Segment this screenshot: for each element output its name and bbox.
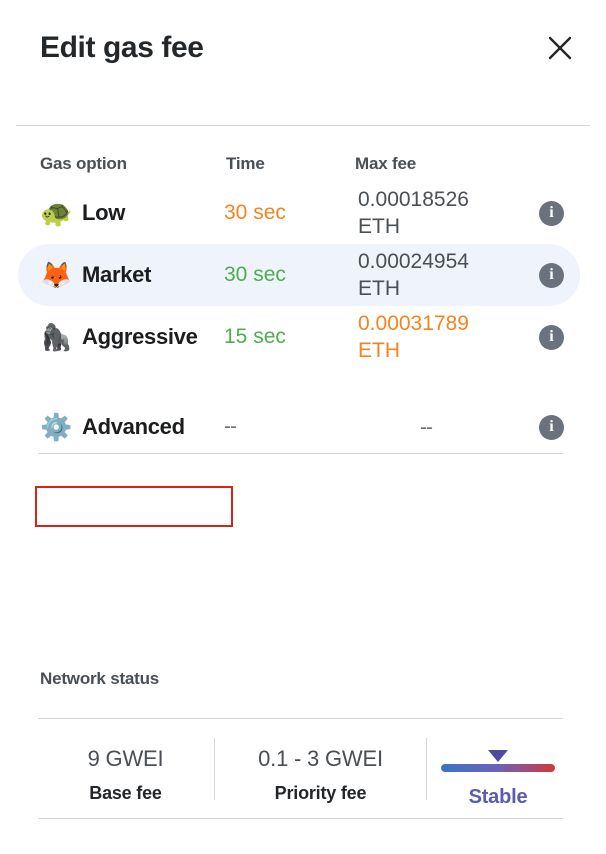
header-divider [16, 125, 590, 126]
time-value: 30 sec [224, 263, 286, 286]
max-fee-amount: 0.00024954 [358, 250, 469, 273]
network-status-stats: 9 GWEI Base fee 0.1 - 3 GWEI Priority fe… [38, 730, 563, 808]
time-value: -- [224, 415, 237, 438]
gas-option-table: Gas option Time Max fee 🐢 Low 30 sec 0.0… [0, 140, 606, 458]
stat-separator [214, 738, 215, 800]
gas-option-label: Aggressive [82, 324, 198, 349]
stability-label: Stable [468, 786, 528, 808]
close-button[interactable] [538, 26, 582, 70]
gas-option-label: Advanced [82, 414, 185, 439]
info-icon: i [539, 262, 564, 288]
max-fee-amount: 0.00018526 [358, 188, 469, 211]
gas-option-row-low[interactable]: 🐢 Low 30 sec 0.00018526 ETH i [0, 182, 606, 244]
gorilla-emoji: 🦍 [40, 322, 73, 352]
base-fee-label: Base fee [89, 783, 162, 803]
info-button-aggressive[interactable]: i [539, 306, 564, 368]
stability-gauge [433, 742, 563, 782]
page-title: Edit gas fee [40, 31, 204, 64]
max-fee-value: 0.00018526 ETH [358, 182, 498, 244]
network-status-divider-top [38, 718, 563, 719]
max-fee-unit: ETH [358, 277, 400, 300]
priority-fee-label: Priority fee [274, 783, 367, 803]
max-fee-unit: ETH [358, 339, 400, 362]
gas-option-label: Low [82, 200, 126, 225]
column-header-max-fee: Max fee [355, 154, 416, 173]
gear-emoji: ⚙️ [40, 412, 73, 442]
gas-option-cell: 🦍 Aggressive [40, 306, 198, 368]
info-button-low[interactable]: i [539, 182, 564, 244]
network-status-divider-bottom [38, 818, 563, 819]
info-icon: i [539, 414, 564, 440]
stat-separator [426, 738, 427, 800]
base-fee-stat: 9 GWEI Base fee [38, 730, 213, 808]
max-fee-value: 0.00031789 ETH [358, 306, 498, 368]
max-fee-value: 0.00024954 ETH [358, 244, 498, 306]
gas-option-cell: ⚙️ Advanced [40, 396, 185, 458]
stability-gauge-marker-icon [488, 750, 508, 762]
priority-fee-stat: 0.1 - 3 GWEI Priority fee [218, 730, 423, 808]
table-header-row: Gas option Time Max fee [0, 140, 606, 182]
gas-option-row-aggressive[interactable]: 🦍 Aggressive 15 sec 0.00031789 ETH i [0, 306, 606, 368]
turtle-emoji: 🐢 [40, 198, 73, 228]
advanced-focus-outline [35, 486, 233, 527]
gas-option-row-advanced[interactable]: ⚙️ Advanced -- -- i [0, 396, 606, 458]
stability-gauge-bar [441, 764, 555, 772]
info-icon: i [539, 324, 564, 350]
network-status-title: Network status [40, 669, 160, 688]
time-value: 15 sec [224, 325, 286, 348]
info-button-market[interactable]: i [539, 244, 564, 306]
gas-option-cell: 🐢 Low [40, 182, 125, 244]
gas-option-label: Market [82, 262, 152, 287]
base-fee-value: 9 GWEI [87, 746, 164, 771]
dialog-header: Edit gas fee [0, 0, 606, 125]
max-fee-unit: ETH [358, 215, 400, 238]
max-fee-amount: 0.00031789 [358, 312, 469, 335]
close-icon [545, 33, 575, 63]
priority-fee-value: 0.1 - 3 GWEI [258, 746, 383, 771]
network-stability-stat: Stable [433, 730, 563, 808]
fox-emoji: 🦊 [40, 260, 73, 290]
gas-option-row-market[interactable]: 🦊 Market 30 sec 0.00024954 ETH i [0, 244, 606, 306]
time-value: 30 sec [224, 201, 286, 224]
gas-option-cell: 🦊 Market [40, 244, 151, 306]
info-button-advanced[interactable]: i [539, 396, 564, 458]
info-icon: i [539, 200, 564, 226]
column-header-gas-option: Gas option [40, 154, 127, 173]
column-header-time: Time [226, 154, 265, 173]
